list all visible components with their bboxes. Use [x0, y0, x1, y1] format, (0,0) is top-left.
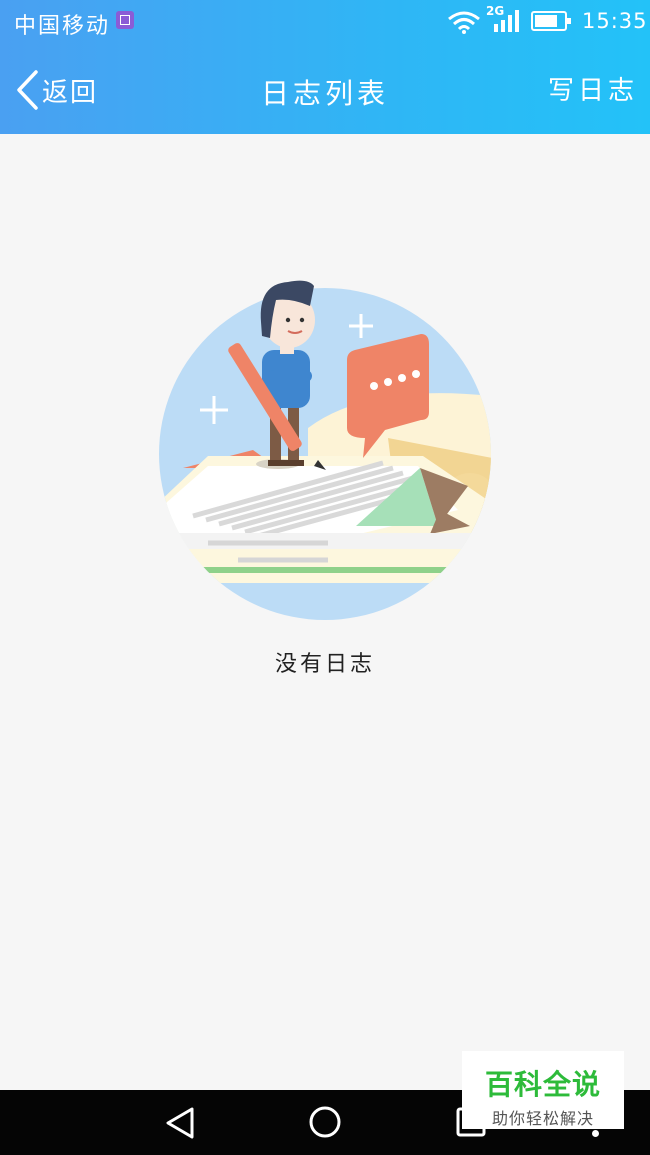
empty-state-message: 没有日志 [274, 652, 375, 677]
battery-icon [531, 11, 571, 31]
write-diary-button[interactable]: 写日志 [548, 70, 638, 107]
status-bar: 中国移动 2G 15:35 [0, 0, 650, 44]
watermark-badge: 百科全说 助你轻松解决 [462, 1051, 624, 1129]
nav-home-icon[interactable] [308, 1105, 342, 1139]
signal-icon [494, 10, 519, 32]
nav-menu-icon[interactable] [592, 1130, 599, 1137]
carrier-name: 中国移动 [14, 14, 111, 39]
watermark-subtitle: 助你轻松解决 [491, 1109, 594, 1128]
watermark-title: 百科全说 [484, 1068, 601, 1101]
navigation-header: 返回 日志列表 写日志 [0, 44, 650, 134]
status-time: 15:35 [582, 9, 648, 33]
wifi-icon [448, 11, 480, 34]
sim-icon [116, 11, 134, 29]
nav-back-icon[interactable] [164, 1106, 196, 1140]
app-header: 中国移动 2G 15:35 返回 日志列表 写日志 [0, 0, 650, 134]
empty-diary-illustration [159, 280, 491, 620]
